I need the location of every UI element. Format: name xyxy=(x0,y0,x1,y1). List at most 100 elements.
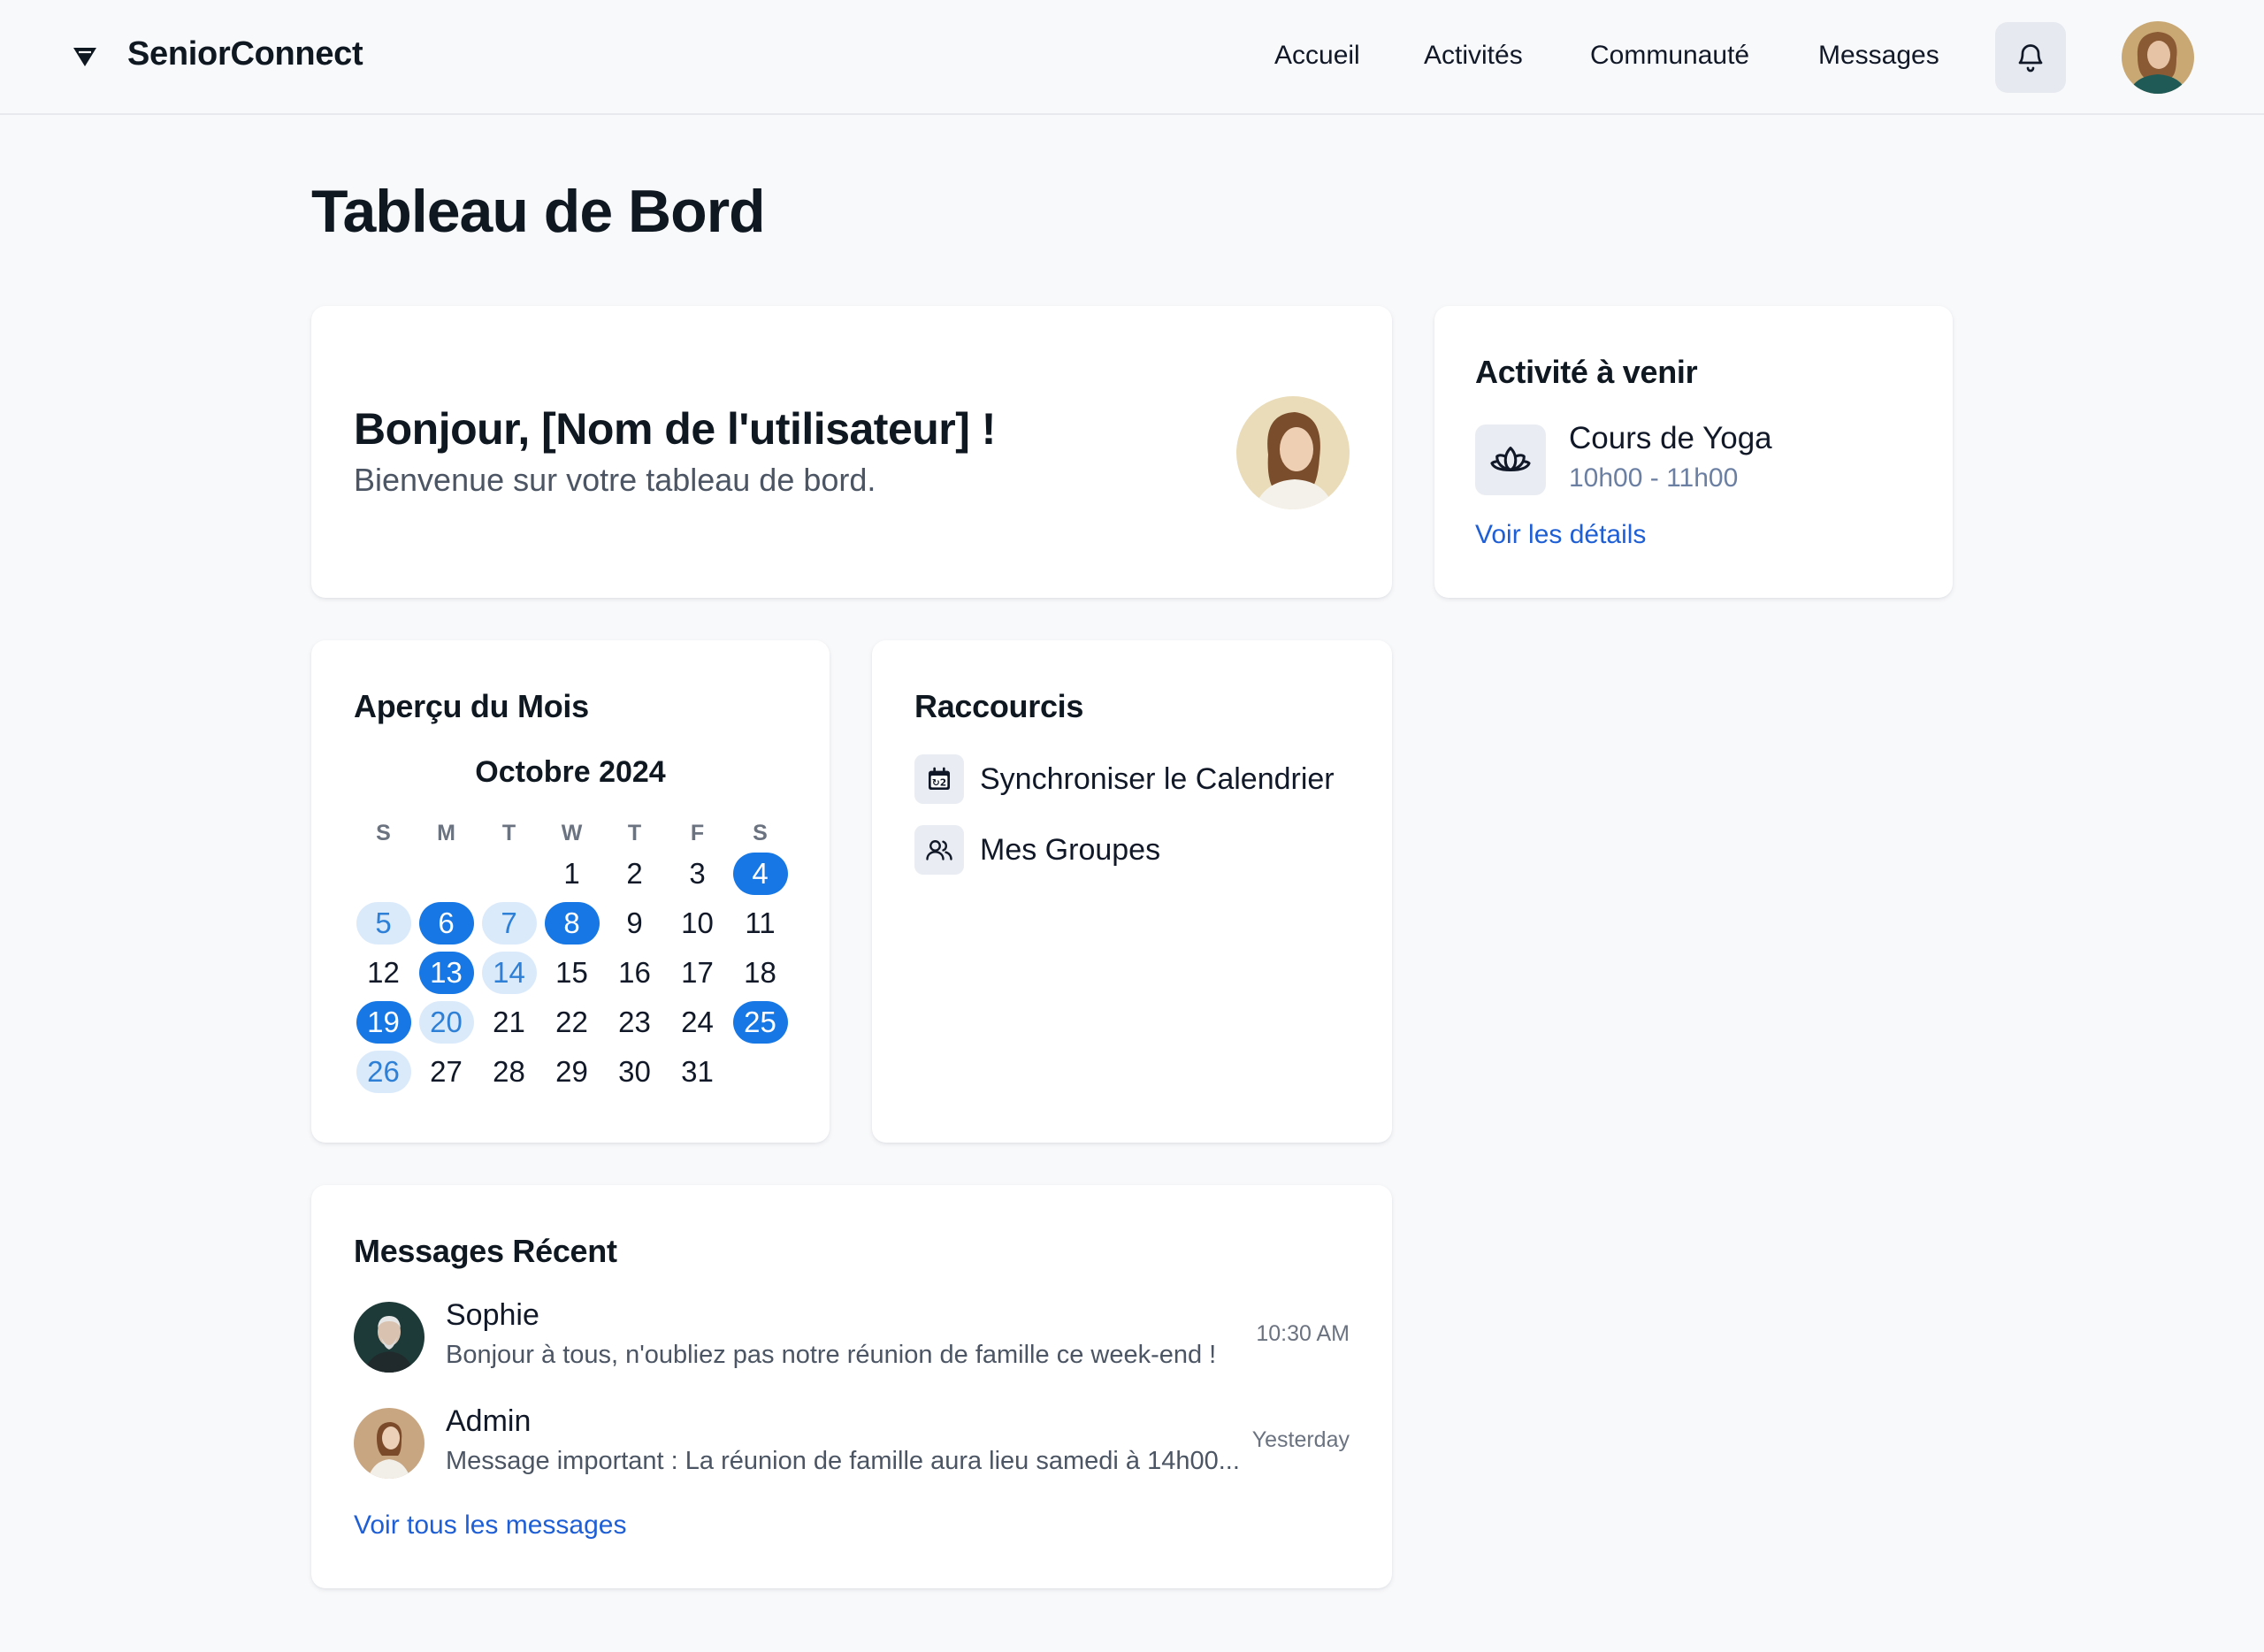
bell-icon xyxy=(2018,44,2043,73)
message-item-sophie[interactable]: Sophie Bonjour à tous, n'oubliez pas not… xyxy=(354,1298,1350,1374)
calendar-weekdays: SMTWTFS xyxy=(352,817,791,849)
activity-card-title: Activité à venir xyxy=(1475,354,1698,390)
logo-icon xyxy=(73,48,96,66)
calendar-day[interactable]: 16 xyxy=(608,952,662,994)
calendar-grid: SMTWTFS 1 2 3 4 5 6 7 8 9 10 11 12 13 14 15 16 17 18 19 20 2… xyxy=(352,817,791,1097)
calendar-card-title: Aperçu du Mois xyxy=(354,688,589,724)
calendar-day[interactable]: 4 xyxy=(732,853,788,895)
calendar-cell: 30 xyxy=(603,1047,666,1097)
message-preview: Message important : La réunion de famill… xyxy=(446,1447,1240,1475)
calendar-day[interactable]: 8 xyxy=(544,902,600,945)
calendar-day[interactable]: 23 xyxy=(608,1001,662,1044)
calendar-day[interactable]: 29 xyxy=(545,1051,600,1093)
calendar-day[interactable]: 28 xyxy=(482,1051,537,1093)
activity-time: 10h00 - 11h00 xyxy=(1569,463,1739,493)
calendar-empty-day xyxy=(356,853,411,895)
svg-text:↻2: ↻2 xyxy=(932,776,946,788)
calendar-cell: 21 xyxy=(478,998,540,1047)
welcome-subtitle: Bienvenue sur votre tableau de bord. xyxy=(354,462,876,498)
calendar-day[interactable]: 5 xyxy=(356,902,411,945)
message-item-admin[interactable]: Admin Message important : La réunion de … xyxy=(354,1404,1350,1480)
calendar-day[interactable]: 12 xyxy=(356,952,411,994)
calendar-cell: 23 xyxy=(603,998,666,1047)
calendar-day[interactable]: 2 xyxy=(608,853,662,895)
nav-communaute[interactable]: Communauté xyxy=(1590,41,1749,71)
shortcut-icon-box: ↻2 xyxy=(914,754,964,804)
shortcut-label: Synchroniser le Calendrier xyxy=(980,761,1335,796)
nav-messages[interactable]: Messages xyxy=(1818,41,1939,71)
calendar-cell: 1 xyxy=(540,849,603,899)
calendar-day[interactable]: 13 xyxy=(418,952,474,994)
notifications-button[interactable] xyxy=(1995,22,2066,93)
calendar-cell: 10 xyxy=(666,899,729,948)
calendar-week: 1234 xyxy=(352,849,791,899)
message-avatar xyxy=(354,1302,424,1373)
calendar-day[interactable]: 9 xyxy=(608,902,662,945)
calendar-day[interactable]: 6 xyxy=(418,902,474,945)
user-avatar[interactable] xyxy=(2122,21,2194,94)
calendar-day[interactable]: 18 xyxy=(733,952,788,994)
calendar-day[interactable]: 27 xyxy=(419,1051,474,1093)
calendar-day[interactable]: 19 xyxy=(356,1001,411,1044)
calendar-empty-day xyxy=(419,853,474,895)
calendar-week: 5 6 7 8 9 10 11 xyxy=(352,899,791,948)
calendar-week: 19 20 21 22 23 24 25 xyxy=(352,998,791,1047)
calendar-cell: 25 xyxy=(729,998,792,1047)
calendar-cell: 19 xyxy=(352,998,415,1047)
app-name[interactable]: SeniorConnect xyxy=(127,35,363,73)
calendar-day[interactable]: 25 xyxy=(732,1001,788,1044)
calendar-day[interactable]: 31 xyxy=(670,1051,725,1093)
calendar-cell xyxy=(478,849,540,899)
recent-messages-card: Messages Récent Sophie Bonjour à tous, n… xyxy=(311,1185,1392,1588)
calendar-cell: 2 xyxy=(603,849,666,899)
calendar-cell: 31 xyxy=(666,1047,729,1097)
view-all-messages-link[interactable]: Voir tous les messages xyxy=(354,1511,626,1541)
calendar-day[interactable]: 11 xyxy=(733,902,788,945)
activity-details-link[interactable]: Voir les détails xyxy=(1475,520,1646,550)
calendar-day[interactable]: 22 xyxy=(545,1001,600,1044)
calendar-cell: 4 xyxy=(729,849,792,899)
message-sender: Sophie xyxy=(446,1298,539,1332)
calendar-day[interactable]: 21 xyxy=(482,1001,537,1044)
calendar-week: 26 27 28 29 30 31 xyxy=(352,1047,791,1097)
calendar-day[interactable]: 3 xyxy=(670,853,725,895)
shortcut-sync-calendar[interactable]: ↻2 Synchroniser le Calendrier xyxy=(914,753,1335,805)
shortcut-my-groups[interactable]: Mes Groupes xyxy=(914,824,1160,876)
weekday-label: M xyxy=(437,821,455,845)
calendar-cell: 5 xyxy=(352,899,415,948)
calendar-day[interactable]: 20 xyxy=(418,1001,474,1044)
calendar-day[interactable]: 1 xyxy=(545,853,600,895)
calendar-day[interactable]: 17 xyxy=(670,952,725,994)
calendar-day[interactable]: 14 xyxy=(481,952,537,994)
calendar-day[interactable]: 24 xyxy=(670,1001,725,1044)
nav-accueil[interactable]: Accueil xyxy=(1274,41,1360,71)
calendar-day[interactable]: 7 xyxy=(481,902,537,945)
shortcut-icon-box xyxy=(914,825,964,875)
calendar-cell: 7 xyxy=(478,899,540,948)
shortcuts-card-title: Raccourcis xyxy=(914,688,1084,724)
calendar-day[interactable]: 30 xyxy=(608,1051,662,1093)
calendar-cell: 16 xyxy=(603,948,666,998)
page-title: Tableau de Bord xyxy=(311,178,766,245)
calendar-day[interactable]: 26 xyxy=(356,1051,411,1093)
calendar-cell xyxy=(415,849,478,899)
weekday-label: F xyxy=(690,821,705,845)
weekday-label: W xyxy=(561,821,583,845)
message-time: Yesterday xyxy=(1251,1427,1350,1452)
message-time: 10:30 AM xyxy=(1256,1321,1350,1346)
top-navbar: SeniorConnect Accueil Activités Communau… xyxy=(0,0,2264,115)
calendar-day[interactable]: 10 xyxy=(670,902,725,945)
upcoming-activity-card: Activité à venir Cours de Yoga 10h00 - 1… xyxy=(1434,306,1953,598)
calendar-cell: 17 xyxy=(666,948,729,998)
messages-card-title: Messages Récent xyxy=(354,1233,617,1269)
calendar-cell: 12 xyxy=(352,948,415,998)
weekday-label: S xyxy=(753,821,768,845)
calendar-cell: 20 xyxy=(415,998,478,1047)
calendar-cell: 15 xyxy=(540,948,603,998)
nav-activites[interactable]: Activités xyxy=(1424,41,1523,71)
welcome-title: Bonjour, [Nom de l'utilisateur] ! xyxy=(354,404,996,454)
calendar-empty-day xyxy=(482,853,537,895)
calendar-week: 12 13 14 15 16 17 18 xyxy=(352,948,791,998)
calendar-day[interactable]: 15 xyxy=(545,952,600,994)
calendar-sync-icon: ↻2 xyxy=(929,767,950,790)
